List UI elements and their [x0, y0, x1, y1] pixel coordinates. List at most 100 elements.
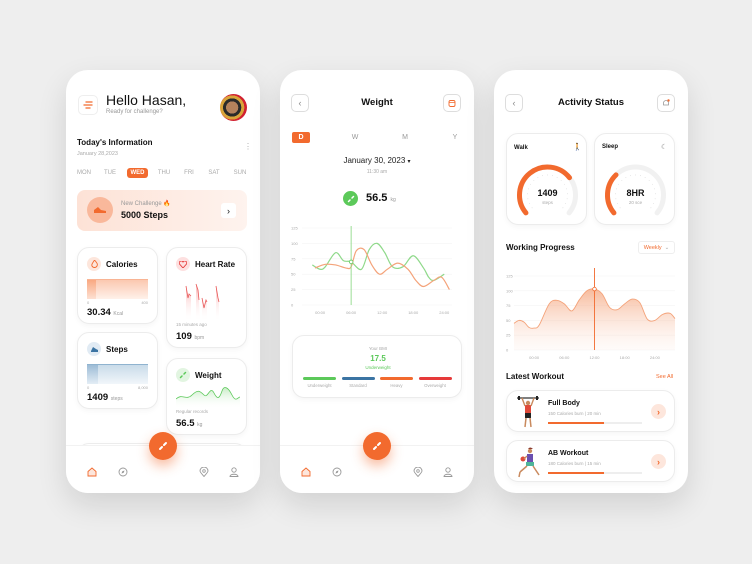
calories-value: 30.34 Kcal — [87, 307, 123, 318]
gauge-tick — [650, 207, 652, 209]
see-all-link[interactable]: See All — [656, 374, 673, 380]
steps-bar — [87, 364, 148, 384]
challenge-label: New Challenge 🔥 — [121, 201, 171, 207]
weight-card[interactable]: Weight Regular records 56.5 kg — [166, 358, 247, 435]
workout-fab-button[interactable] — [363, 432, 391, 460]
caret-down-icon: ▾ — [407, 159, 411, 165]
heart-icon — [176, 257, 190, 271]
selected-date: January 30, 2023 — [343, 156, 406, 165]
weight-title: Weight — [195, 371, 222, 380]
menu-button[interactable] — [78, 95, 98, 115]
more-options-icon[interactable]: ⋮ — [244, 143, 252, 151]
period-tab[interactable]: M — [396, 132, 414, 143]
heart-rate-value: 109 bpm — [176, 331, 204, 342]
weight-reading-value: 56.5 — [366, 192, 388, 204]
bottom-nav — [280, 432, 474, 493]
x-tick-label: 00:00 — [315, 310, 326, 315]
weight-chart[interactable]: 0 25 50 75 100 125 00:00 06:00 12:00 18:00 24:00 — [280, 220, 474, 320]
walking-icon: 🚶 — [573, 144, 582, 151]
workout-name: AB Workout — [548, 450, 589, 457]
challenge-card[interactable]: New Challenge 🔥 5000 Steps › — [77, 190, 247, 231]
gauge-tick — [619, 207, 621, 209]
walk-value: 1409 — [537, 188, 558, 198]
moon-icon: ☾ — [661, 144, 668, 151]
period-tab[interactable]: D — [292, 132, 310, 143]
y-tick-label: 75 — [291, 256, 296, 261]
workout-open-button[interactable]: › — [651, 404, 666, 419]
weight-value: 56.5 kg — [176, 418, 202, 429]
calories-min: 0 — [87, 300, 90, 305]
day-tab[interactable]: TUE — [100, 170, 120, 176]
walk-title: Walk — [514, 145, 528, 151]
period-tab[interactable]: Y — [446, 132, 464, 143]
gauge-tick — [630, 175, 631, 177]
workout-progress-track — [548, 422, 642, 424]
series-line-orange — [314, 247, 450, 290]
home-icon[interactable] — [87, 467, 97, 477]
x-tick-label: 00:00 — [529, 355, 540, 360]
marker-point[interactable] — [592, 286, 597, 292]
workout-card[interactable]: Full Body 150 Calories burn | 20 min › — [506, 390, 675, 432]
calories-card[interactable]: Calories 0 400 30.34 Kcal — [77, 247, 158, 324]
y-tick-label: 125 — [506, 274, 513, 279]
period-dropdown[interactable]: Weekly ⌄ — [638, 241, 675, 254]
location-icon[interactable] — [413, 467, 423, 477]
compass-icon[interactable] — [332, 467, 342, 477]
sleep-title: Sleep — [602, 144, 619, 150]
walk-card[interactable]: Walk 🚶 1409 steps — [506, 133, 587, 225]
avatar[interactable] — [220, 94, 247, 121]
steps-card[interactable]: Steps 0 8,000 1409 steps — [77, 332, 158, 409]
bmi-label: Your BMI — [368, 346, 388, 351]
marker-point[interactable] — [348, 259, 354, 265]
day-tab[interactable]: SUN — [230, 170, 250, 176]
calendar-button[interactable] — [443, 94, 461, 112]
notification-button[interactable] — [657, 94, 675, 112]
bottom-nav — [66, 432, 260, 493]
profile-icon[interactable] — [229, 467, 239, 477]
steps-max: 8,000 — [137, 385, 148, 390]
calories-title: Calories — [106, 260, 138, 269]
challenge-arrow-button[interactable]: › — [221, 203, 236, 218]
y-tick-label: 100 — [291, 241, 298, 246]
x-tick-label: 18:00 — [408, 310, 419, 315]
sleep-card[interactable]: Sleep ☾ 8HR 20 sce — [594, 133, 675, 225]
calories-bar-fill — [87, 280, 97, 299]
period-dropdown-value: Weekly — [643, 244, 662, 251]
date-selector[interactable]: January 30, 2023 ▾ — [280, 156, 474, 165]
calendar-icon — [448, 100, 456, 107]
home-icon[interactable] — [301, 467, 311, 477]
y-tick-label: 100 — [506, 288, 513, 293]
selected-time: 11:30 am — [366, 169, 388, 175]
y-tick-label: 0 — [291, 303, 294, 308]
workout-open-button[interactable]: › — [651, 454, 666, 469]
day-tab[interactable]: FRI — [179, 170, 199, 176]
sleep-value: 8HR — [626, 188, 645, 198]
working-progress-chart[interactable]: 0 25 50 75 100 125 00:00 06:00 12:00 18:00 24:00 — [494, 268, 688, 363]
gauge-tick — [644, 177, 646, 178]
location-icon[interactable] — [199, 467, 209, 477]
day-tab[interactable]: SAT — [204, 170, 224, 176]
x-tick-label: 06:00 — [346, 310, 357, 315]
profile-icon[interactable] — [443, 467, 453, 477]
compass-icon[interactable] — [118, 467, 128, 477]
heart-rate-card[interactable]: Heart Rate 15 minutes ago 109 bpm — [166, 247, 247, 348]
bmi-bar — [341, 377, 375, 380]
x-tick-label: 12:00 — [589, 355, 600, 360]
day-tab[interactable]: WED — [127, 168, 148, 178]
workout-fab-button[interactable] — [149, 432, 177, 460]
gauge-tick — [542, 175, 543, 177]
x-tick-label: 24:00 — [439, 310, 450, 315]
y-tick-label: 25 — [506, 333, 511, 338]
steps-bar-fill — [87, 365, 98, 384]
period-tab[interactable]: W — [346, 132, 364, 143]
steps-unit: steps — [110, 396, 123, 402]
workout-card[interactable]: AB Workout 180 Calories burn | 15 min › — [506, 440, 675, 482]
day-tab[interactable]: MON — [74, 170, 94, 176]
day-tab[interactable]: THU — [154, 170, 174, 176]
y-tick-label: 50 — [291, 272, 296, 277]
workout-name: Full Body — [548, 400, 580, 407]
weight-screen: ‹ Weight DWMY January 30, 2023 ▾ 11:30 a… — [280, 70, 474, 493]
bmi-bar — [303, 377, 336, 380]
x-tick-label: 06:00 — [559, 355, 570, 360]
gauge-tick — [530, 183, 532, 185]
